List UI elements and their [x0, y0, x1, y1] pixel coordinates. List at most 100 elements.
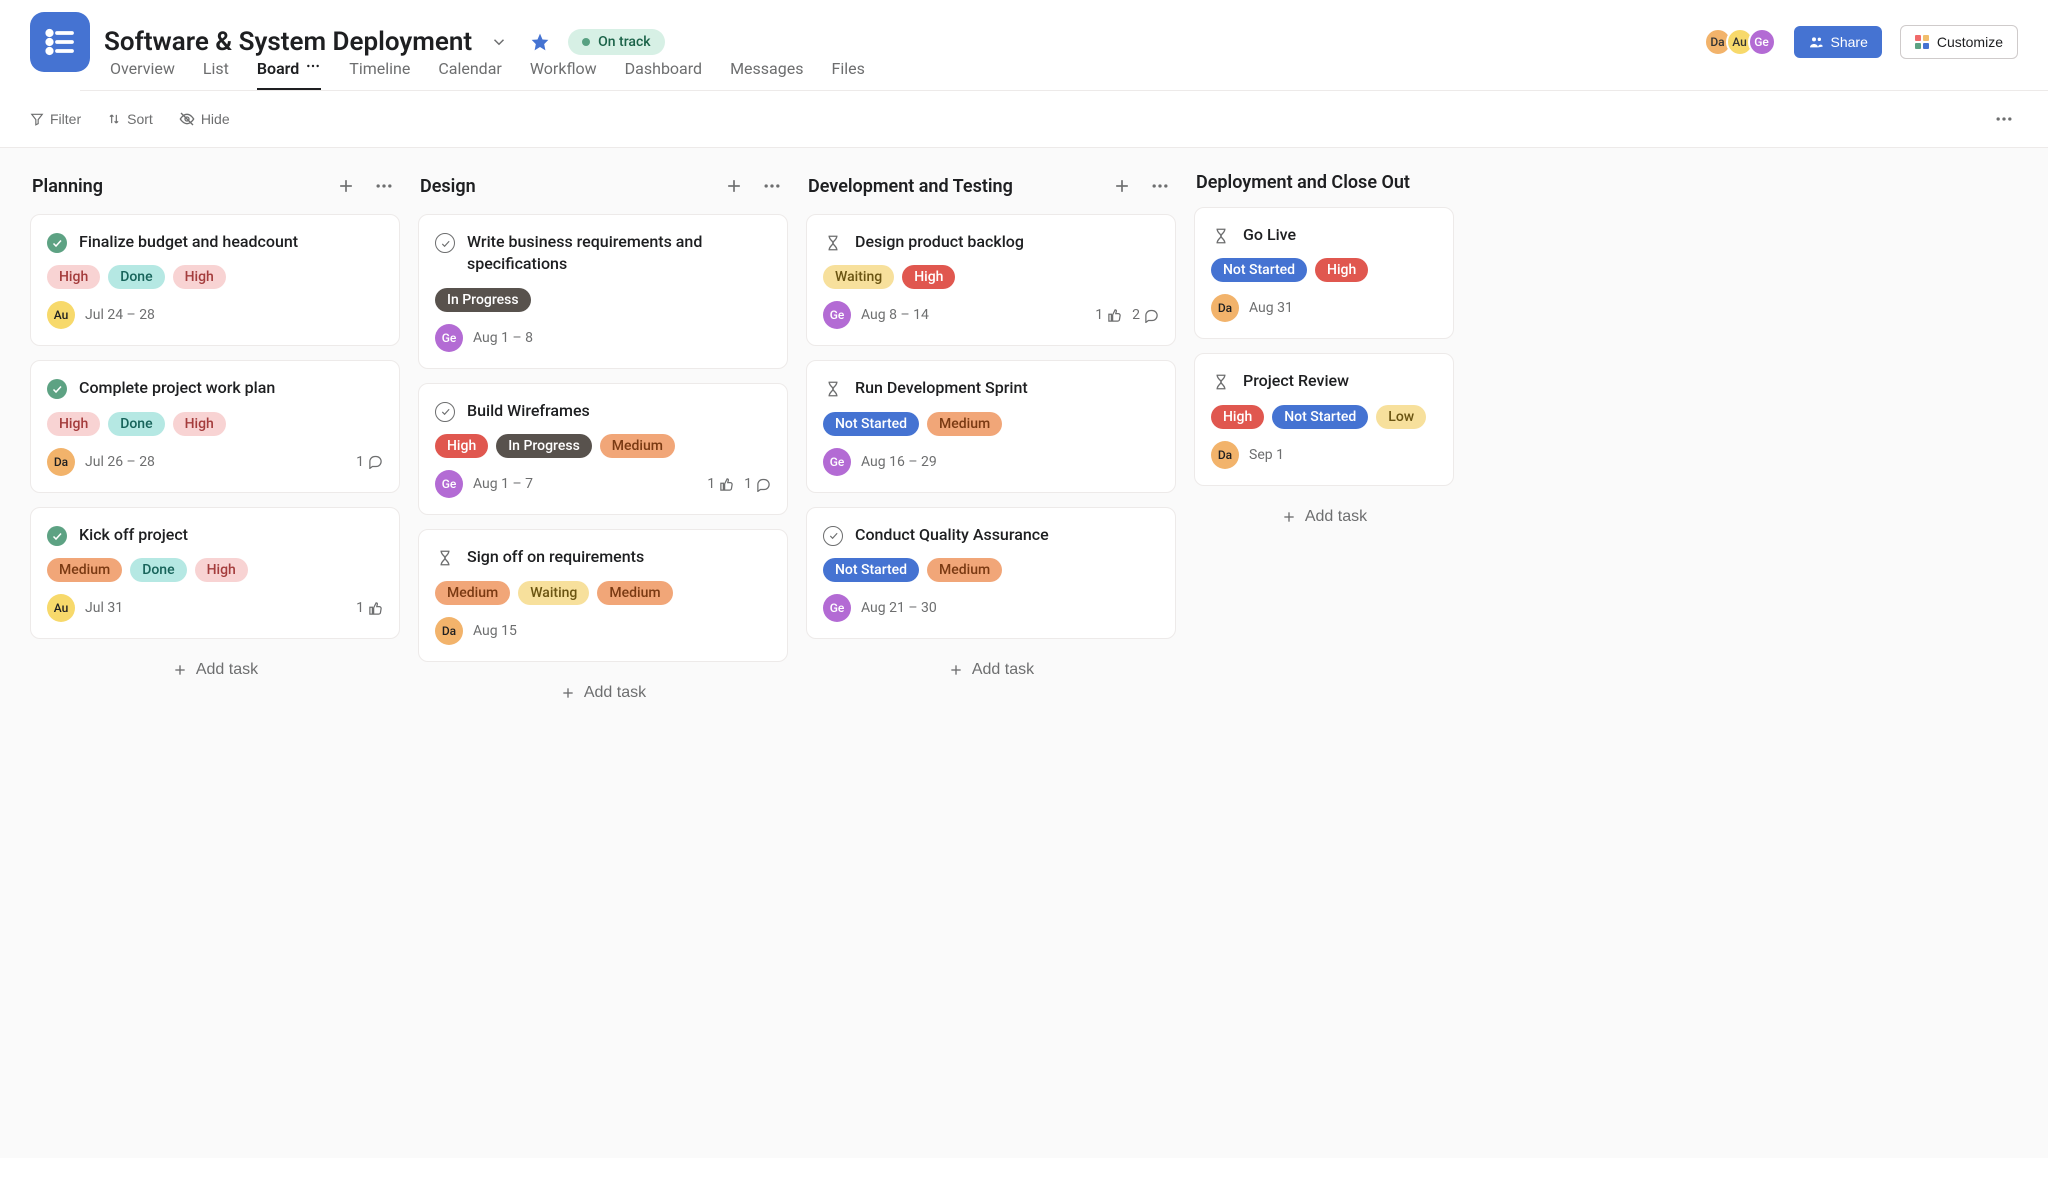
tag-chip[interactable]: Medium: [435, 581, 510, 605]
column-more-button[interactable]: [1146, 172, 1174, 200]
tag-chip[interactable]: Medium: [600, 434, 675, 458]
check-complete-icon[interactable]: [47, 233, 67, 253]
likes-count[interactable]: 1: [707, 476, 734, 492]
more-options-button[interactable]: [1990, 105, 2018, 133]
ellipsis-icon: [1994, 109, 2014, 129]
tag-chip[interactable]: High: [173, 412, 226, 436]
check-complete-icon[interactable]: [47, 526, 67, 546]
column-title: Development and Testing: [808, 176, 1098, 197]
tab-dashboard[interactable]: Dashboard: [625, 48, 702, 90]
tag-chip[interactable]: Medium: [927, 412, 1002, 436]
card-tags: Waiting High: [823, 265, 1159, 289]
tag-chip[interactable]: High: [902, 265, 955, 289]
add-task-button[interactable]: Add task: [552, 676, 654, 710]
task-card[interactable]: Finalize budget and headcountHighDoneHig…: [30, 214, 400, 346]
check-incomplete-icon[interactable]: [435, 233, 455, 253]
check-complete-icon[interactable]: [47, 379, 67, 399]
tag-chip[interactable]: Waiting: [823, 265, 894, 289]
ellipsis-icon[interactable]: [305, 58, 321, 78]
add-task-button[interactable]: Add task: [164, 653, 266, 687]
share-button[interactable]: Share: [1794, 26, 1882, 58]
tag-chip[interactable]: In Progress: [496, 434, 592, 458]
tag-chip[interactable]: Medium: [927, 558, 1002, 582]
tab-overview[interactable]: Overview: [110, 48, 175, 90]
tag-chip[interactable]: Medium: [47, 558, 122, 582]
assignee-avatar[interactable]: Au: [47, 301, 75, 329]
tag-chip[interactable]: Done: [108, 265, 164, 289]
assignee-avatar[interactable]: Ge: [435, 470, 463, 498]
comments-count[interactable]: 2: [1132, 307, 1159, 323]
comments-count[interactable]: 1: [356, 454, 383, 470]
tag-chip[interactable]: Not Started: [1272, 405, 1368, 429]
comments-count[interactable]: 1: [744, 476, 771, 492]
add-card-button[interactable]: [1108, 172, 1136, 200]
task-card[interactable]: Write business requirements and specific…: [418, 214, 788, 369]
hourglass-icon[interactable]: [823, 233, 843, 253]
column-more-button[interactable]: [758, 172, 786, 200]
task-card[interactable]: Design product backlogWaitingHighGeAug 8…: [806, 214, 1176, 346]
tab-timeline[interactable]: Timeline: [349, 48, 410, 90]
task-card[interactable]: Kick off projectMediumDoneHighAuJul 311: [30, 507, 400, 639]
tab-messages[interactable]: Messages: [730, 48, 803, 90]
assignee-avatar[interactable]: Ge: [823, 448, 851, 476]
member-avatar[interactable]: Ge: [1748, 28, 1776, 56]
task-card[interactable]: Complete project work planHighDoneHighDa…: [30, 360, 400, 492]
tag-chip[interactable]: Not Started: [1211, 258, 1307, 282]
tag-chip[interactable]: Not Started: [823, 412, 919, 436]
hourglass-icon[interactable]: [823, 379, 843, 399]
add-card-button[interactable]: [332, 172, 360, 200]
tag-chip[interactable]: Waiting: [518, 581, 589, 605]
assignee-avatar[interactable]: Ge: [435, 324, 463, 352]
add-card-button[interactable]: [720, 172, 748, 200]
task-card[interactable]: Sign off on requirementsMediumWaitingMed…: [418, 529, 788, 661]
column-more-button[interactable]: [370, 172, 398, 200]
filter-button[interactable]: Filter: [30, 111, 81, 127]
assignee-avatar[interactable]: Da: [47, 448, 75, 476]
assignee-avatar[interactable]: Da: [1211, 294, 1239, 322]
customize-button[interactable]: Customize: [1900, 25, 2018, 59]
tab-calendar[interactable]: Calendar: [438, 48, 501, 90]
hourglass-icon[interactable]: [1211, 372, 1231, 392]
tag-chip[interactable]: High: [1211, 405, 1264, 429]
tab-list[interactable]: List: [203, 48, 229, 90]
tag-chip[interactable]: In Progress: [435, 288, 531, 312]
task-card[interactable]: Run Development SprintNot StartedMediumG…: [806, 360, 1176, 492]
assignee-avatar[interactable]: Ge: [823, 594, 851, 622]
tag-chip[interactable]: High: [1315, 258, 1368, 282]
tag-chip[interactable]: Not Started: [823, 558, 919, 582]
tag-chip[interactable]: High: [47, 265, 100, 289]
check-incomplete-icon[interactable]: [435, 402, 455, 422]
sort-button[interactable]: Sort: [107, 111, 153, 127]
task-card[interactable]: Build WireframesHighIn ProgressMediumGeA…: [418, 383, 788, 515]
member-avatars[interactable]: DaAuGe: [1704, 28, 1776, 56]
hide-button[interactable]: Hide: [179, 111, 230, 127]
add-task-button[interactable]: Add task: [940, 653, 1042, 687]
tag-chip[interactable]: Done: [108, 412, 164, 436]
tab-files[interactable]: Files: [831, 48, 864, 90]
card-footer: DaAug 31: [1211, 294, 1437, 322]
add-task-button[interactable]: Add task: [1273, 500, 1375, 534]
likes-count[interactable]: 1: [356, 600, 383, 616]
tag-chip[interactable]: Low: [1376, 405, 1426, 429]
likes-count[interactable]: 1: [1095, 307, 1122, 323]
assignee-avatar[interactable]: Au: [47, 594, 75, 622]
hourglass-icon[interactable]: [1211, 226, 1231, 246]
tag-chip[interactable]: Medium: [597, 581, 672, 605]
task-card[interactable]: Project ReviewHighNot StartedLowDaSep 1: [1194, 353, 1454, 485]
card-tags: In Progress: [435, 288, 771, 312]
check-incomplete-icon[interactable]: [823, 526, 843, 546]
assignee-avatar[interactable]: Ge: [823, 301, 851, 329]
task-card[interactable]: Conduct Quality AssuranceNot StartedMedi…: [806, 507, 1176, 639]
project-icon: [30, 12, 90, 72]
task-card[interactable]: Go LiveNot StartedHighDaAug 31: [1194, 207, 1454, 339]
hourglass-icon[interactable]: [435, 548, 455, 568]
tab-workflow[interactable]: Workflow: [530, 48, 597, 90]
tag-chip[interactable]: High: [47, 412, 100, 436]
tag-chip[interactable]: High: [173, 265, 226, 289]
tab-board[interactable]: Board: [257, 48, 321, 90]
tag-chip[interactable]: Done: [130, 558, 186, 582]
tag-chip[interactable]: High: [195, 558, 248, 582]
tag-chip[interactable]: High: [435, 434, 488, 458]
assignee-avatar[interactable]: Da: [435, 617, 463, 645]
assignee-avatar[interactable]: Da: [1211, 441, 1239, 469]
